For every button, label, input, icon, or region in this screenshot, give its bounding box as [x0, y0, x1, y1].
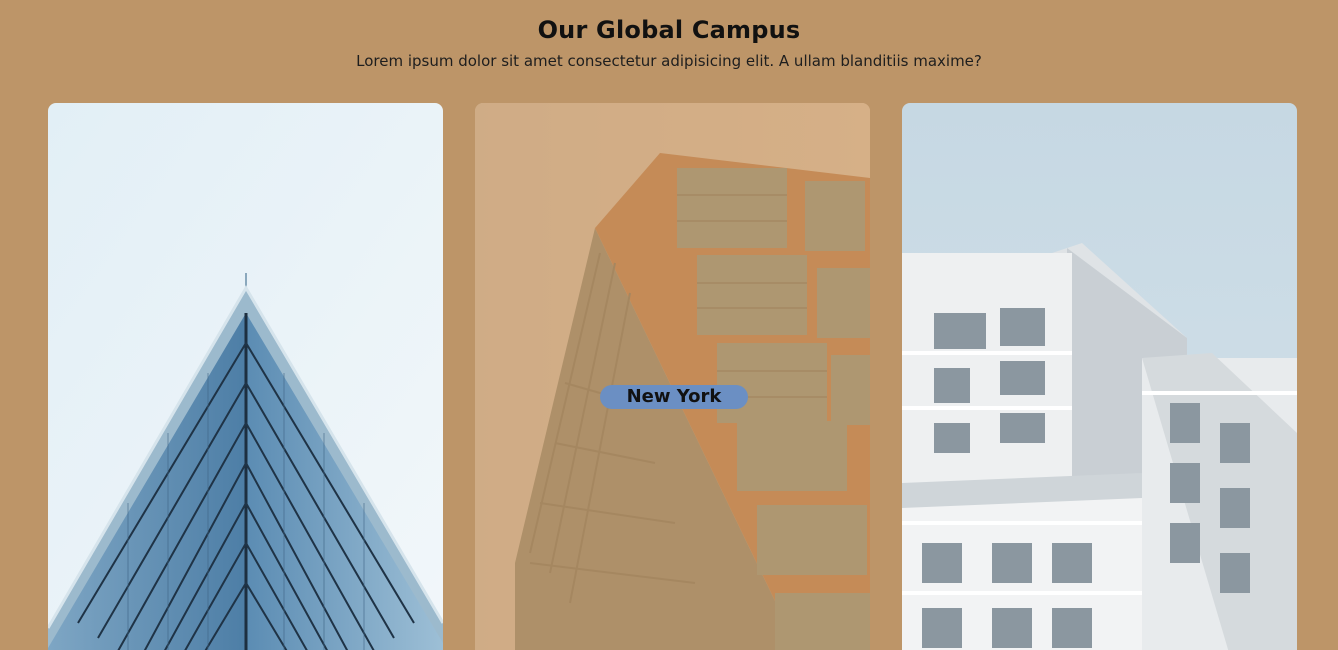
- white-modular-building-image: [902, 103, 1297, 650]
- glass-pyramid-building-image: [48, 103, 443, 650]
- campus-section: Our Global Campus Lorem ipsum dolor sit …: [0, 0, 1338, 650]
- section-title: Our Global Campus: [537, 16, 801, 44]
- campus-card-2[interactable]: New York: [475, 103, 870, 650]
- campus-card-3[interactable]: [902, 103, 1297, 650]
- image-overlay: [475, 103, 870, 650]
- campus-location-label: New York: [600, 385, 748, 409]
- section-subtitle: Lorem ipsum dolor sit amet consectetur a…: [356, 52, 982, 70]
- campus-card-1[interactable]: [48, 103, 443, 650]
